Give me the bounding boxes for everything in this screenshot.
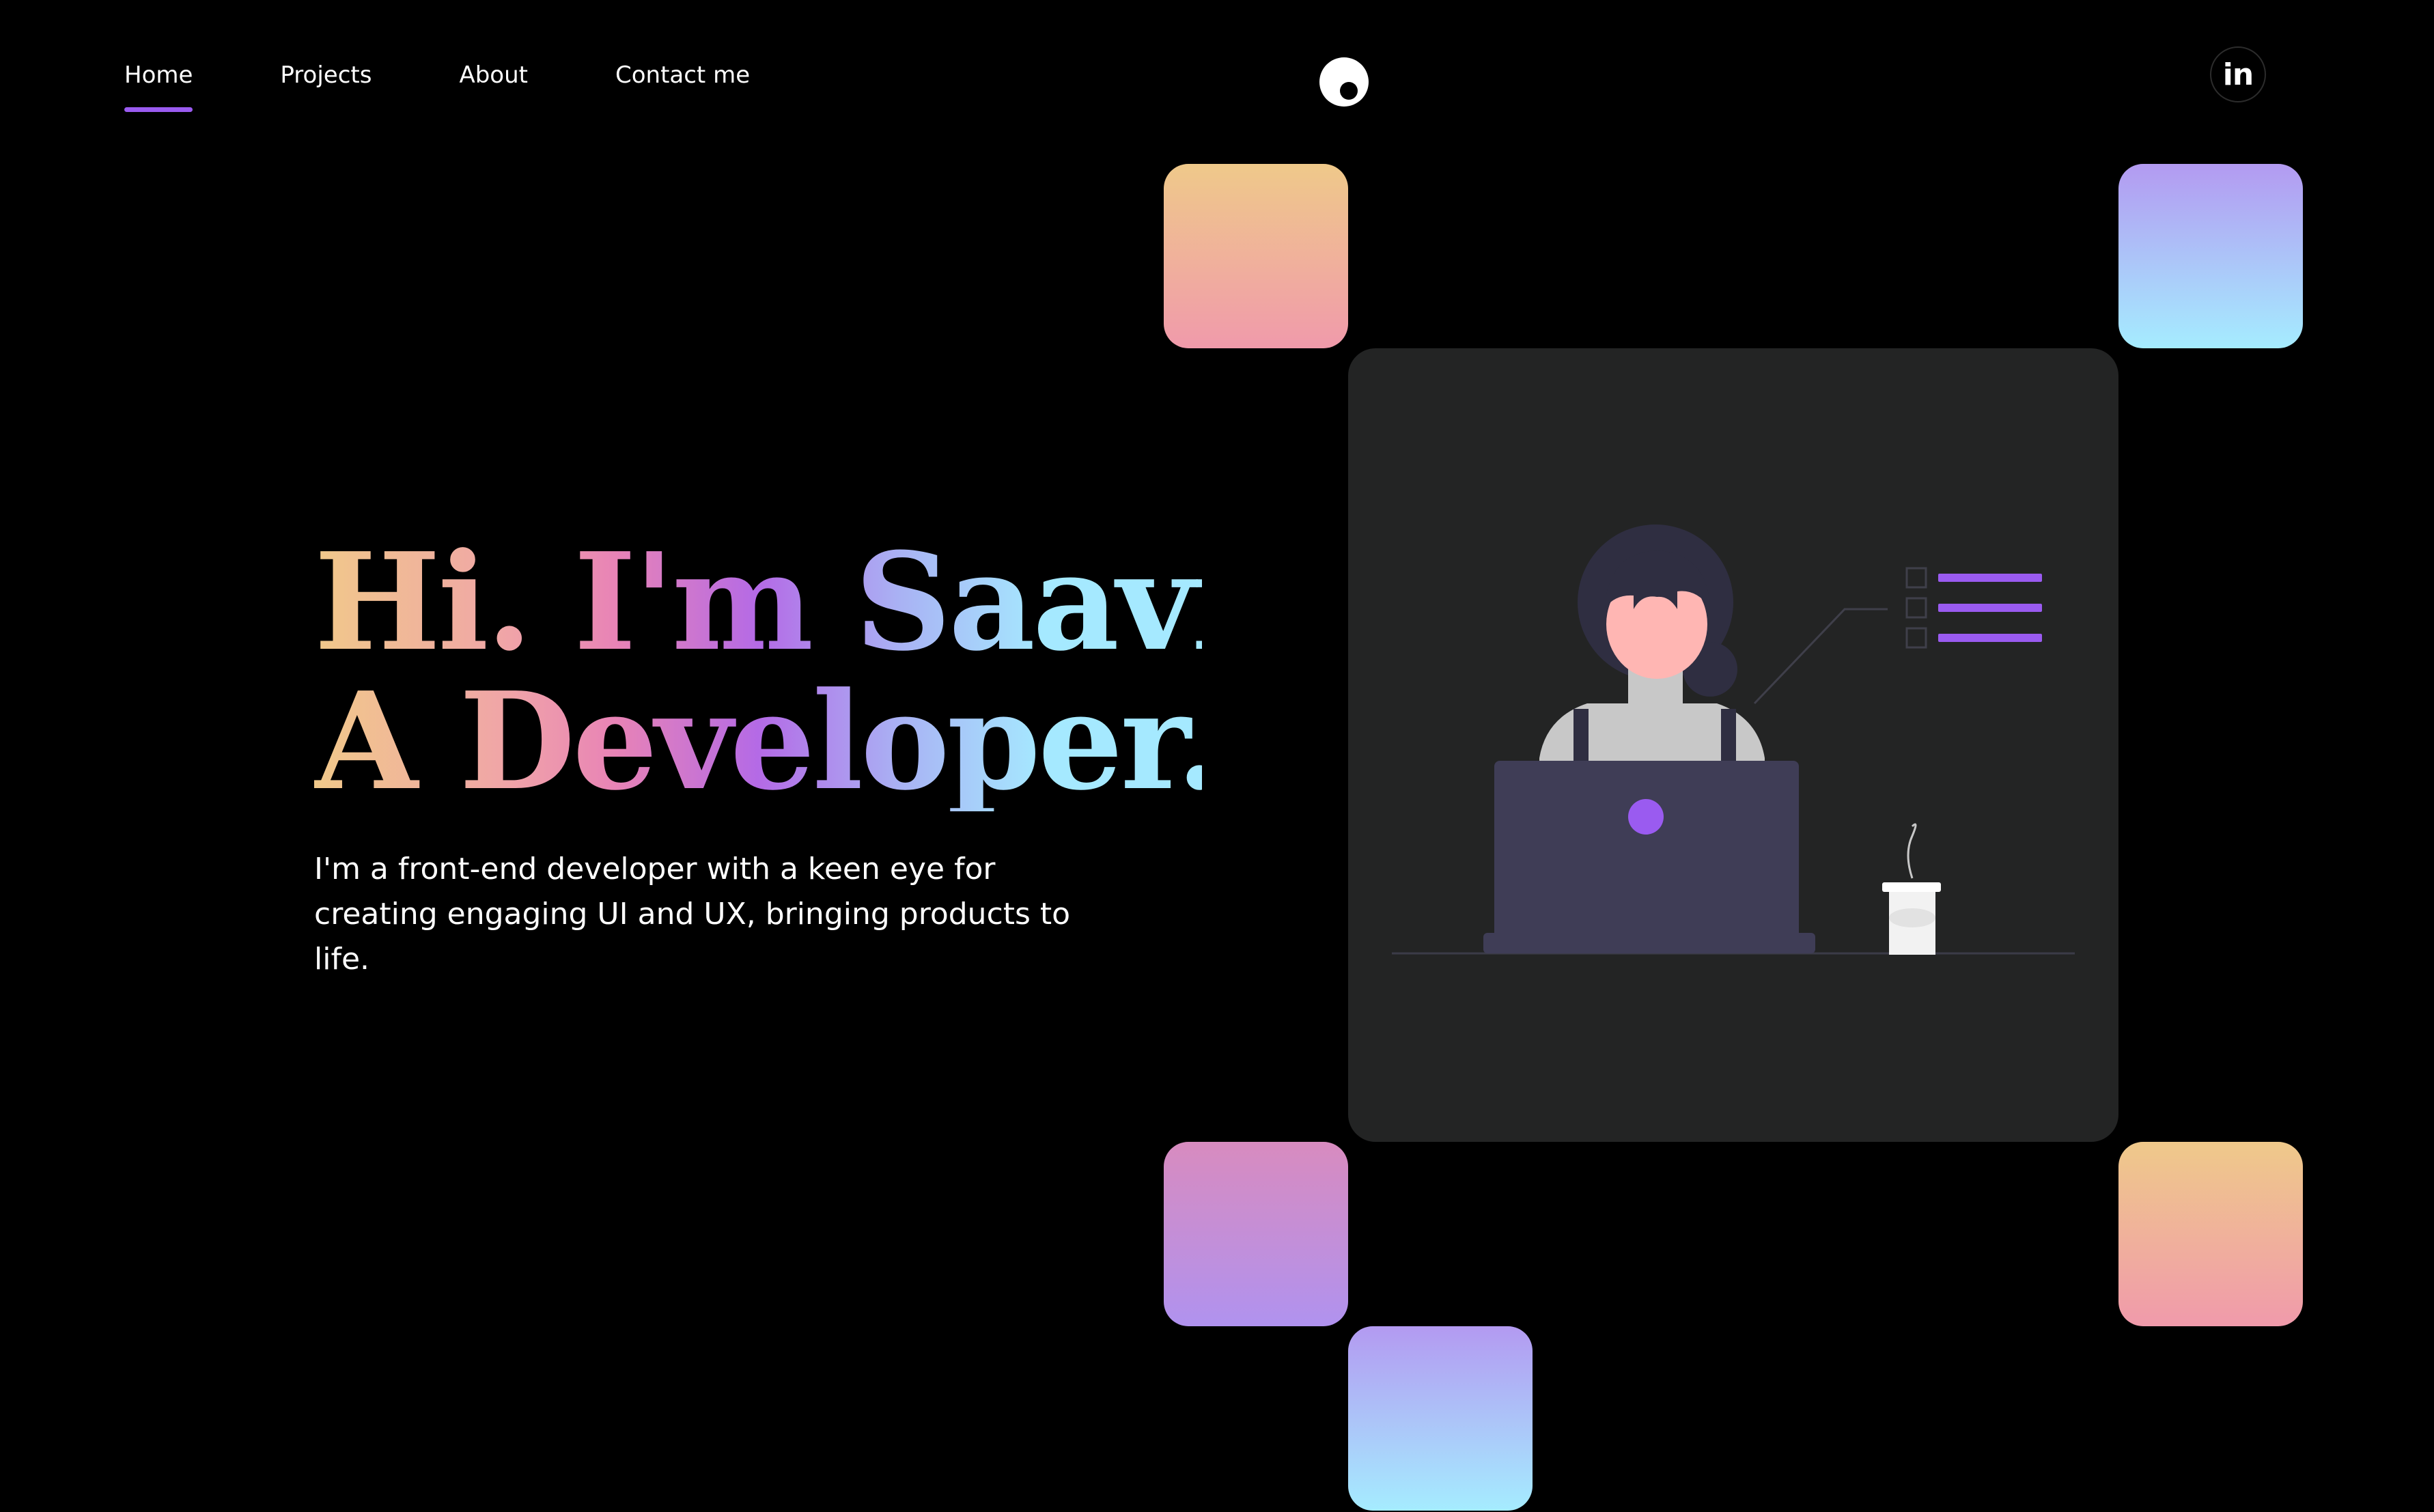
checklist-bar-2 <box>1938 604 2042 612</box>
decor-tile-bottom-center <box>1348 1326 1533 1511</box>
hero-description: I'm a front-end developer with a keen ey… <box>314 852 1071 977</box>
laptop-base <box>1483 933 1815 953</box>
hero-heading: Hi. I'm Saavi A Developer. <box>314 533 1202 811</box>
cup-steam <box>1907 823 1917 879</box>
checklist-bar-1 <box>1938 574 2042 582</box>
nav-item-projects[interactable]: Projects <box>280 56 372 94</box>
laptop-logo <box>1628 799 1664 835</box>
nav-item-label: Home <box>124 61 193 89</box>
cup-band <box>1889 908 1935 927</box>
pointer-line <box>1753 608 1888 705</box>
nav-item-label: About <box>459 61 528 89</box>
cup-lid <box>1882 882 1941 892</box>
linkedin-label: in <box>2222 57 2254 92</box>
developer-illustration <box>1392 524 2075 955</box>
logo-pupil <box>1340 82 1358 100</box>
linkedin-icon[interactable]: in <box>2210 46 2266 102</box>
nav-item-contact[interactable]: Contact me <box>615 56 750 94</box>
decor-tile-bottom-right <box>2118 1142 2303 1326</box>
hero-section: Hi. I'm Saavi A Developer. I'm a front-e… <box>314 533 1202 982</box>
main-nav: Home Projects About Contact me <box>124 56 750 112</box>
nav-item-home[interactable]: Home <box>124 56 193 112</box>
checklist-bar-3 <box>1938 634 2042 642</box>
decor-tile-bottom-left <box>1164 1142 1348 1326</box>
nav-active-indicator <box>124 107 193 112</box>
decor-tile-top-right <box>2118 164 2303 348</box>
eye-logo-icon[interactable] <box>1319 57 1369 107</box>
hero-heading-line2: A Developer. <box>314 663 1220 820</box>
nav-item-about[interactable]: About <box>459 56 528 94</box>
checkbox-2 <box>1905 597 1927 619</box>
nav-item-label: Contact me <box>615 61 751 89</box>
checkbox-1 <box>1905 567 1927 589</box>
checkbox-3 <box>1905 627 1927 649</box>
nav-item-label: Projects <box>280 61 372 89</box>
hero-heading-line1: Hi. I'm Saavi <box>314 524 1240 681</box>
laptop-body <box>1494 761 1799 953</box>
page: Home Projects About Contact me in Hi. I'… <box>0 0 2434 1512</box>
decor-tile-top-left <box>1164 164 1348 348</box>
illustration-card <box>1348 348 2118 1142</box>
